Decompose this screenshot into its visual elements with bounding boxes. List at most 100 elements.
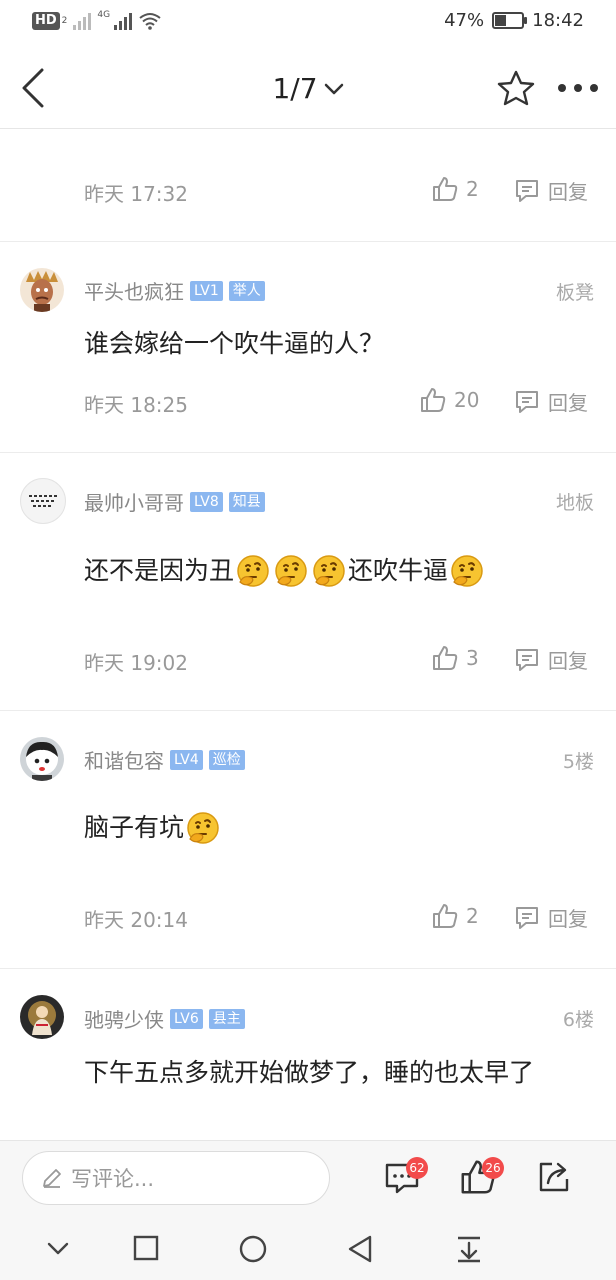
- comment-text: 谁会嫁给一个吹牛逼的人？: [84, 329, 385, 358]
- hd-indicator: HD: [32, 12, 60, 30]
- signal-icon-2: [114, 12, 133, 30]
- like-count: 2: [466, 177, 479, 201]
- comment-bar: 写评论... 62 26: [0, 1140, 616, 1217]
- reply-label: 回复: [548, 649, 588, 673]
- avatar-image: [26, 271, 58, 312]
- clock: 18:42: [532, 10, 584, 31]
- comment-header: 最帅小哥哥 LV8 知县: [84, 487, 265, 516]
- comment-text: 还不是因为丑: [84, 556, 235, 585]
- thumbs-up-icon: [421, 388, 446, 412]
- thumbs-up-icon: [433, 646, 458, 670]
- comment-text: 还吹牛逼: [348, 556, 449, 585]
- like-count: 2: [466, 904, 479, 928]
- comment-icon: [516, 906, 538, 929]
- chevron-down-icon[interactable]: [46, 1238, 70, 1258]
- level-badge: LV6: [170, 1008, 203, 1029]
- avatar-image: [29, 495, 57, 507]
- battery-icon: [492, 12, 528, 29]
- hd-sub: 2: [61, 16, 68, 26]
- floor-label: 5楼: [562, 751, 594, 773]
- status-right: 47% 18:42: [444, 10, 584, 31]
- username[interactable]: 驰骋少侠: [84, 1004, 164, 1033]
- username[interactable]: 和谐包容: [84, 745, 164, 774]
- thinking-emoji: [451, 555, 483, 587]
- username[interactable]: 平头也疯狂: [84, 276, 184, 305]
- page-indicator: 1/7: [272, 72, 318, 105]
- top-nav: 1/7: [0, 46, 616, 129]
- comment-placeholder: 写评论...: [71, 1167, 155, 1191]
- star-icon[interactable]: [496, 70, 536, 106]
- title-badge: 县主: [208, 1008, 245, 1029]
- comment-text: 脑子有坑: [84, 813, 185, 842]
- comment-header: 平头也疯狂 LV1 举人: [84, 276, 265, 305]
- reply-button[interactable]: 回复: [514, 387, 588, 416]
- system-nav-bar: [0, 1216, 616, 1280]
- pencil-icon: [43, 1169, 61, 1188]
- more-icon[interactable]: [556, 80, 600, 96]
- reply-button[interactable]: 回复: [514, 645, 588, 674]
- like-post-button[interactable]: 26: [460, 1157, 504, 1199]
- floor-label: 板凳: [555, 282, 594, 304]
- level-badge: LV4: [170, 749, 203, 770]
- floor-label: 地板: [555, 492, 594, 514]
- reply-label: 回复: [548, 180, 588, 204]
- thinking-emoji: [275, 555, 307, 587]
- reply-button[interactable]: 回复: [514, 903, 588, 932]
- like-count: 20: [454, 388, 480, 412]
- level-badge: LV8: [190, 491, 223, 512]
- status-left: HD 2 4G: [32, 10, 162, 30]
- recents-icon[interactable]: [132, 1234, 160, 1262]
- comment-icon: [516, 648, 538, 671]
- share-icon[interactable]: [536, 1159, 572, 1195]
- avatar-image: [26, 741, 58, 781]
- like-button[interactable]: 2: [432, 903, 479, 929]
- username[interactable]: 最帅小哥哥: [84, 487, 184, 516]
- reply-label: 回复: [548, 391, 588, 415]
- battery-fill: [495, 15, 507, 26]
- comment-time: 昨天 20:14: [84, 908, 188, 932]
- title-badge: 知县: [228, 491, 265, 512]
- chevron-down-icon: [324, 83, 343, 94]
- avatar-warrior[interactable]: [20, 268, 64, 312]
- battery-percent: 47%: [444, 10, 485, 31]
- thinking-emoji: [237, 555, 269, 587]
- level-badge: LV1: [190, 280, 223, 301]
- avatar-buddha[interactable]: [20, 995, 64, 1039]
- thinking-emoji: [187, 812, 219, 844]
- notification-pulldown-icon[interactable]: [454, 1234, 484, 1264]
- network-type: 4G: [97, 10, 111, 20]
- avatar-text[interactable]: [20, 478, 66, 524]
- thumbs-up-icon: [433, 177, 458, 201]
- like-button[interactable]: 20: [420, 387, 479, 413]
- thumbs-up-icon: [433, 904, 458, 928]
- comment-icon: [516, 179, 538, 202]
- divider: [0, 452, 616, 453]
- floor-label: 6楼: [562, 1009, 594, 1031]
- signal-icon: [73, 12, 92, 30]
- reply-label: 回复: [548, 907, 588, 931]
- status-bar: HD 2 4G 47% 18:42: [0, 0, 616, 46]
- comment-input[interactable]: 写评论...: [22, 1151, 330, 1205]
- prev-like-button[interactable]: 2: [432, 176, 479, 202]
- comment-count-badge: 62: [406, 1157, 428, 1179]
- avatar-cartoon[interactable]: [20, 737, 64, 781]
- title-badge: 举人: [228, 280, 265, 301]
- comment-time: 昨天 19:02: [84, 651, 188, 675]
- like-count: 3: [466, 646, 479, 670]
- comments-button[interactable]: 62: [384, 1157, 428, 1199]
- wifi-icon: [139, 13, 161, 30]
- divider: [0, 710, 616, 711]
- prev-reply-button[interactable]: 回复: [514, 176, 588, 205]
- prev-post-time: 昨天 17:32: [84, 182, 188, 206]
- comment-content: 还不是因为丑 还吹牛逼: [84, 551, 594, 591]
- home-icon[interactable]: [238, 1234, 268, 1264]
- avatar-image: [28, 1001, 56, 1035]
- divider: [0, 968, 616, 969]
- back-triangle-icon[interactable]: [346, 1234, 374, 1264]
- thinking-emoji: [313, 555, 345, 587]
- comment-content: 脑子有坑: [84, 808, 594, 848]
- divider: [0, 241, 616, 242]
- comment-text: 下午五点多就开始做梦了，睡的也太早了: [84, 1058, 535, 1087]
- like-button[interactable]: 3: [432, 645, 479, 671]
- comment-icon: [516, 390, 538, 413]
